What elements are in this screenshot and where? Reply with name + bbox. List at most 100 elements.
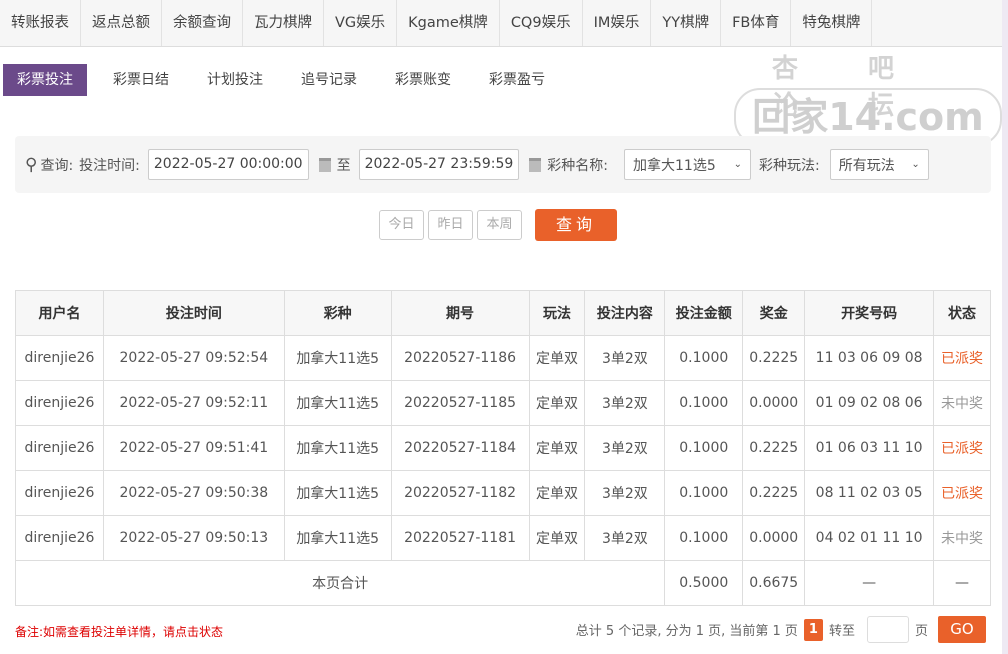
table-cell: 加拿大11选5 [284, 381, 391, 426]
table-cell: 2022-05-27 09:50:13 [103, 516, 284, 561]
table-cell: 0.1000 [665, 471, 743, 516]
this-week-button[interactable]: 本周 [477, 210, 522, 240]
total-numbers: — [805, 561, 934, 606]
table-cell: 20220527-1185 [391, 381, 529, 426]
table-row: direnjie262022-05-27 09:50:13加拿大11选52022… [16, 516, 991, 561]
column-header: 状态 [934, 291, 991, 336]
play-select[interactable]: 所有玩法 ⌄ [830, 149, 929, 180]
table-cell: 3单2双 [585, 516, 665, 561]
top-nav-item[interactable]: 返点总额 [81, 0, 162, 46]
table-cell: 20220527-1186 [391, 336, 529, 381]
calendar-icon[interactable] [319, 158, 331, 172]
bets-table: 用户名投注时间彩种期号玩法投注内容投注金额奖金开奖号码状态 direnjie26… [15, 290, 991, 606]
start-time-input[interactable]: 2022-05-27 00:00:00 [148, 149, 309, 180]
top-nav-item[interactable]: Kgame棋牌 [397, 0, 500, 46]
table-cell: 定单双 [529, 516, 585, 561]
table-cell: 加拿大11选5 [284, 516, 391, 561]
table-cell: 0.1000 [665, 381, 743, 426]
top-nav-item[interactable]: 特兔棋牌 [791, 0, 872, 46]
table-cell: 0.0000 [743, 381, 805, 426]
play-value: 所有玩法 [839, 155, 895, 175]
status-link[interactable]: 已派奖 [934, 471, 991, 516]
top-nav-item[interactable]: FB体育 [721, 0, 791, 46]
table-row: direnjie262022-05-27 09:50:38加拿大11选52022… [16, 471, 991, 516]
column-header: 开奖号码 [805, 291, 934, 336]
column-header: 用户名 [16, 291, 104, 336]
top-nav-item[interactable]: CQ9娱乐 [500, 0, 583, 46]
table-cell: 加拿大11选5 [284, 336, 391, 381]
table-cell: 0.1000 [665, 426, 743, 471]
table-cell: direnjie26 [16, 336, 104, 381]
column-header: 奖金 [743, 291, 805, 336]
query-button[interactable]: 查询 [535, 209, 617, 241]
goto-label: 转至 [829, 620, 855, 639]
today-button[interactable]: 今日 [379, 210, 424, 240]
tab-3[interactable]: 追号记录 [287, 64, 371, 96]
table-cell: 定单双 [529, 426, 585, 471]
column-header: 投注内容 [585, 291, 665, 336]
table-header: 用户名投注时间彩种期号玩法投注内容投注金额奖金开奖号码状态 [16, 291, 991, 336]
table-cell: direnjie26 [16, 381, 104, 426]
total-row: 本页合计0.50000.6675—— [16, 561, 991, 606]
total-amount: 0.5000 [665, 561, 743, 606]
chevron-down-icon: ⌄ [911, 159, 919, 170]
table-cell: 加拿大11选5 [284, 471, 391, 516]
top-nav-item[interactable]: 余额查询 [162, 0, 243, 46]
end-time-input[interactable]: 2022-05-27 23:59:59 [359, 149, 520, 180]
status-link[interactable]: 已派奖 [934, 426, 991, 471]
table-cell: 3单2双 [585, 426, 665, 471]
table-cell: 0.2225 [743, 471, 805, 516]
table-cell: 定单双 [529, 471, 585, 516]
lottery-select[interactable]: 加拿大11选5 ⌄ [624, 149, 751, 180]
table-cell: 20220527-1181 [391, 516, 529, 561]
top-nav-item[interactable]: 转账报表 [0, 0, 81, 46]
table-cell: 0.1000 [665, 516, 743, 561]
calendar-icon[interactable] [529, 158, 541, 172]
watermark-logo: 杏吧论坛回家14.com [732, 48, 1004, 148]
play-label: 彩种玩法: [759, 155, 820, 175]
table-cell: 20220527-1182 [391, 471, 529, 516]
top-nav-item[interactable]: VG娱乐 [324, 0, 397, 46]
time-label: 投注时间: [79, 155, 140, 175]
yesterday-button[interactable]: 昨日 [428, 210, 473, 240]
go-button[interactable]: GO [938, 616, 986, 643]
table-cell: 2022-05-27 09:52:11 [103, 381, 284, 426]
column-header: 彩种 [284, 291, 391, 336]
table-cell: 01 06 03 11 10 [805, 426, 934, 471]
table-cell: 20220527-1184 [391, 426, 529, 471]
status-link[interactable]: 未中奖 [934, 381, 991, 426]
top-nav-item[interactable]: IM娱乐 [583, 0, 652, 46]
chevron-down-icon: ⌄ [734, 159, 742, 170]
table-cell: direnjie26 [16, 471, 104, 516]
tab-1[interactable]: 彩票日结 [99, 64, 183, 96]
table-cell: 定单双 [529, 336, 585, 381]
status-link[interactable]: 未中奖 [934, 516, 991, 561]
table-cell: direnjie26 [16, 426, 104, 471]
page-label: 页 [915, 620, 928, 639]
tab-0[interactable]: 彩票投注 [3, 64, 87, 96]
goto-page-input[interactable] [867, 616, 909, 643]
note-text: 备注:如需查看投注单详情，请点击状态 [15, 623, 223, 640]
current-page[interactable]: 1 [804, 619, 823, 641]
pager-summary: 总计 5 个记录, 分为 1 页, 当前第 1 页 [576, 620, 798, 639]
table-cell: direnjie26 [16, 516, 104, 561]
table-cell: 加拿大11选5 [284, 426, 391, 471]
total-label: 本页合计 [16, 561, 665, 606]
table-cell: 3单2双 [585, 381, 665, 426]
tab-5[interactable]: 彩票盈亏 [475, 64, 559, 96]
lottery-label: 彩种名称: [547, 155, 608, 175]
sub-nav: 彩票投注彩票日结计划投注追号记录彩票账变彩票盈亏 [3, 64, 569, 96]
table-cell: 11 03 06 09 08 [805, 336, 934, 381]
table-cell: 0.1000 [665, 336, 743, 381]
tab-4[interactable]: 彩票账变 [381, 64, 465, 96]
top-nav-item[interactable]: YY棋牌 [651, 0, 721, 46]
table-cell: 08 11 02 03 05 [805, 471, 934, 516]
search-icon: ⚲ [25, 155, 37, 175]
tab-2[interactable]: 计划投注 [193, 64, 277, 96]
search-label: 查询: [40, 155, 73, 175]
lottery-value: 加拿大11选5 [633, 155, 716, 175]
table-cell: 0.2225 [743, 426, 805, 471]
top-nav-item[interactable]: 瓦力棋牌 [243, 0, 324, 46]
table-row: direnjie262022-05-27 09:52:54加拿大11选52022… [16, 336, 991, 381]
status-link[interactable]: 已派奖 [934, 336, 991, 381]
